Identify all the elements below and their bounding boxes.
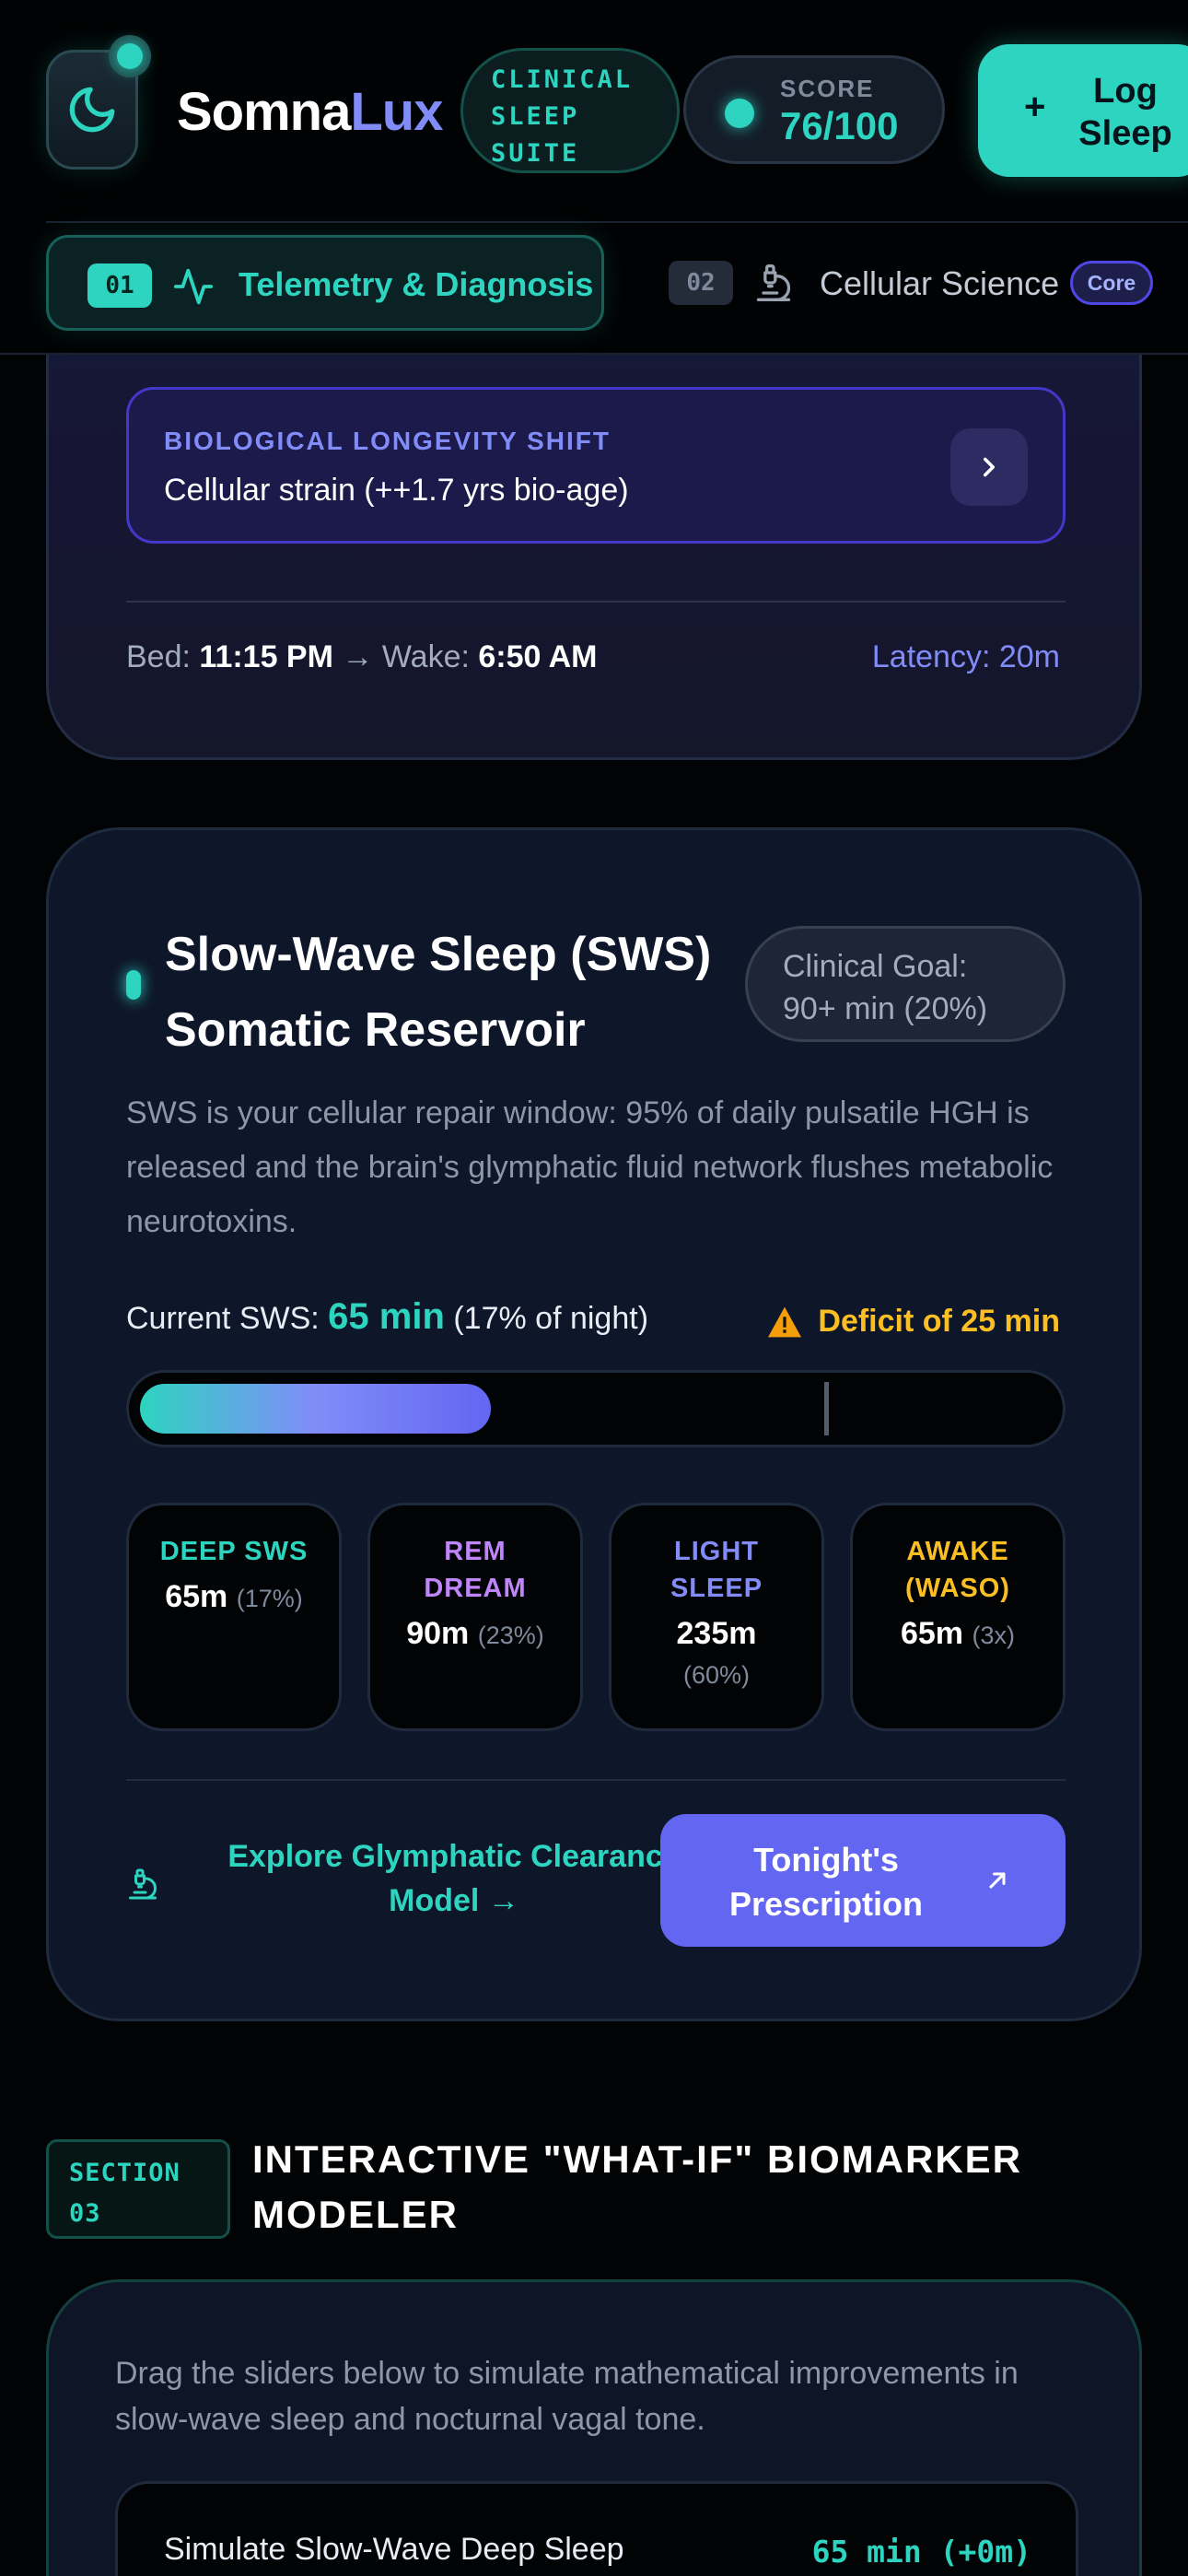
stage-value: 90m (23%) xyxy=(406,1616,544,1651)
score-label: SCORE xyxy=(780,75,875,102)
sws-indicator-dot xyxy=(126,970,141,1000)
stage-pct: (60%) xyxy=(682,1661,751,1689)
tab-number: 02 xyxy=(669,261,733,305)
stage-card-awake: AWAKE (WASO) 65m (3x) xyxy=(850,1503,1066,1731)
stage-card-light-sleep: LIGHT SLEEP 235m (60%) xyxy=(609,1503,824,1731)
longevity-shift-title: BIOLOGICAL LONGEVITY SHIFT xyxy=(164,427,611,455)
chevron-right-icon[interactable] xyxy=(950,428,1028,506)
stage-card-rem: REM DREAM 90m (23%) xyxy=(367,1503,583,1731)
sws-title: Slow-Wave Sleep (SWS) Somatic Reservoir xyxy=(165,928,712,1057)
header-divider xyxy=(46,221,1188,223)
activity-icon xyxy=(173,268,214,305)
sws-progress-fill xyxy=(140,1384,491,1434)
longevity-shift-panel[interactable]: BIOLOGICAL LONGEVITY SHIFT Cellular stra… xyxy=(126,387,1066,544)
status-indicator-dot xyxy=(109,35,151,77)
stage-name: DEEP SWS xyxy=(159,1537,309,1566)
divider xyxy=(126,1779,1066,1781)
log-sleep-label: Log Sleep xyxy=(1078,72,1172,153)
tab-label: Telemetry & Diagnosis xyxy=(239,265,594,303)
slider-label: Simulate Slow-Wave Deep Sleep xyxy=(164,2532,624,2567)
score-value: 76/100 xyxy=(780,104,899,147)
explore-glymphatic-link[interactable]: Explore Glymphatic Clearance Model → xyxy=(126,1834,697,1936)
plus-icon: + xyxy=(1024,87,1046,127)
tab-label: Cellular Science xyxy=(820,264,1060,302)
sws-goal-marker xyxy=(824,1382,829,1435)
arrow-up-right-icon xyxy=(989,1872,1006,1889)
stage-name: LIGHT SLEEP xyxy=(670,1537,763,1603)
brand-name: SomnaLux xyxy=(177,82,444,142)
sws-card: Slow-Wave Sleep (SWS) Somatic Reservoir … xyxy=(46,827,1142,2021)
tab-telemetry-diagnosis[interactable]: 01 Telemetry & Diagnosis xyxy=(46,235,604,331)
stage-card-deep-sws: DEEP SWS 65m (17%) xyxy=(126,1503,342,1731)
sleep-score-pill[interactable]: SCORE 76/100 xyxy=(683,55,945,164)
stage-name: AWAKE (WASO) xyxy=(905,1537,1010,1603)
section-badge: SECTION 03 xyxy=(46,2139,230,2239)
current-sws: Current SWS: 65 min (17% of night) xyxy=(126,1296,649,1337)
stage-value: 235m xyxy=(676,1616,757,1651)
microscope-icon xyxy=(756,264,791,301)
clinical-goal-badge: Clinical Goal: 90+ min (20%) xyxy=(745,926,1066,1042)
wake-time: 6:50 AM xyxy=(478,639,598,674)
bed-wake-times: Bed: 11:15 PM → Wake: 6:50 AM xyxy=(126,639,598,674)
stage-value: 65m (17%) xyxy=(165,1579,303,1614)
sws-progress-track xyxy=(126,1370,1066,1447)
current-sws-value: 65 min xyxy=(328,1296,445,1337)
clinical-suite-badge: CLINICAL SLEEP SUITE xyxy=(460,48,680,173)
sleep-latency: Latency: 20m xyxy=(871,639,1060,674)
prescription-label: Tonight's Prescription xyxy=(728,1841,924,1923)
sws-simulation-slider[interactable]: Simulate Slow-Wave Deep Sleep 65 min (+0… xyxy=(115,2481,1078,2576)
warning-icon xyxy=(768,1306,802,1338)
modeler-description: Drag the sliders below to simulate mathe… xyxy=(115,2356,1019,2437)
stage-value: 65m (3x) xyxy=(900,1616,1015,1651)
stage-name: REM DREAM xyxy=(424,1537,527,1603)
deficit-warning: Deficit of 25 min xyxy=(768,1304,1060,1340)
longevity-shift-description: Cellular strain (++1.7 yrs bio-age) xyxy=(164,473,629,508)
app-header: SomnaLux CLINICAL SLEEP SUITE SCORE 76/1… xyxy=(0,0,1188,355)
tonights-prescription-button[interactable]: Tonight's Prescription xyxy=(660,1814,1066,1947)
moon-icon xyxy=(69,87,115,133)
section-title: INTERACTIVE "WHAT-IF" BIOMARKER MODELER xyxy=(252,2137,1023,2236)
core-badge: Core xyxy=(1070,261,1153,305)
score-dot-icon xyxy=(725,99,754,128)
tab-cellular-science[interactable]: 02 Cellular Science Core xyxy=(669,235,1188,331)
what-if-modeler-card: Drag the sliders below to simulate mathe… xyxy=(46,2279,1142,2576)
microscope-icon xyxy=(129,1868,157,1900)
bed-time: 11:15 PM xyxy=(199,639,333,674)
slider-value: 65 min (+0m) xyxy=(811,2534,1031,2570)
divider xyxy=(126,601,1066,603)
explore-label: Explore Glymphatic Clearance Model → xyxy=(227,1839,681,1918)
sws-description: SWS is your cellular repair window: 95% … xyxy=(126,1095,1054,1239)
tab-number: 01 xyxy=(87,263,152,308)
log-sleep-button[interactable]: + Log Sleep xyxy=(978,44,1188,177)
